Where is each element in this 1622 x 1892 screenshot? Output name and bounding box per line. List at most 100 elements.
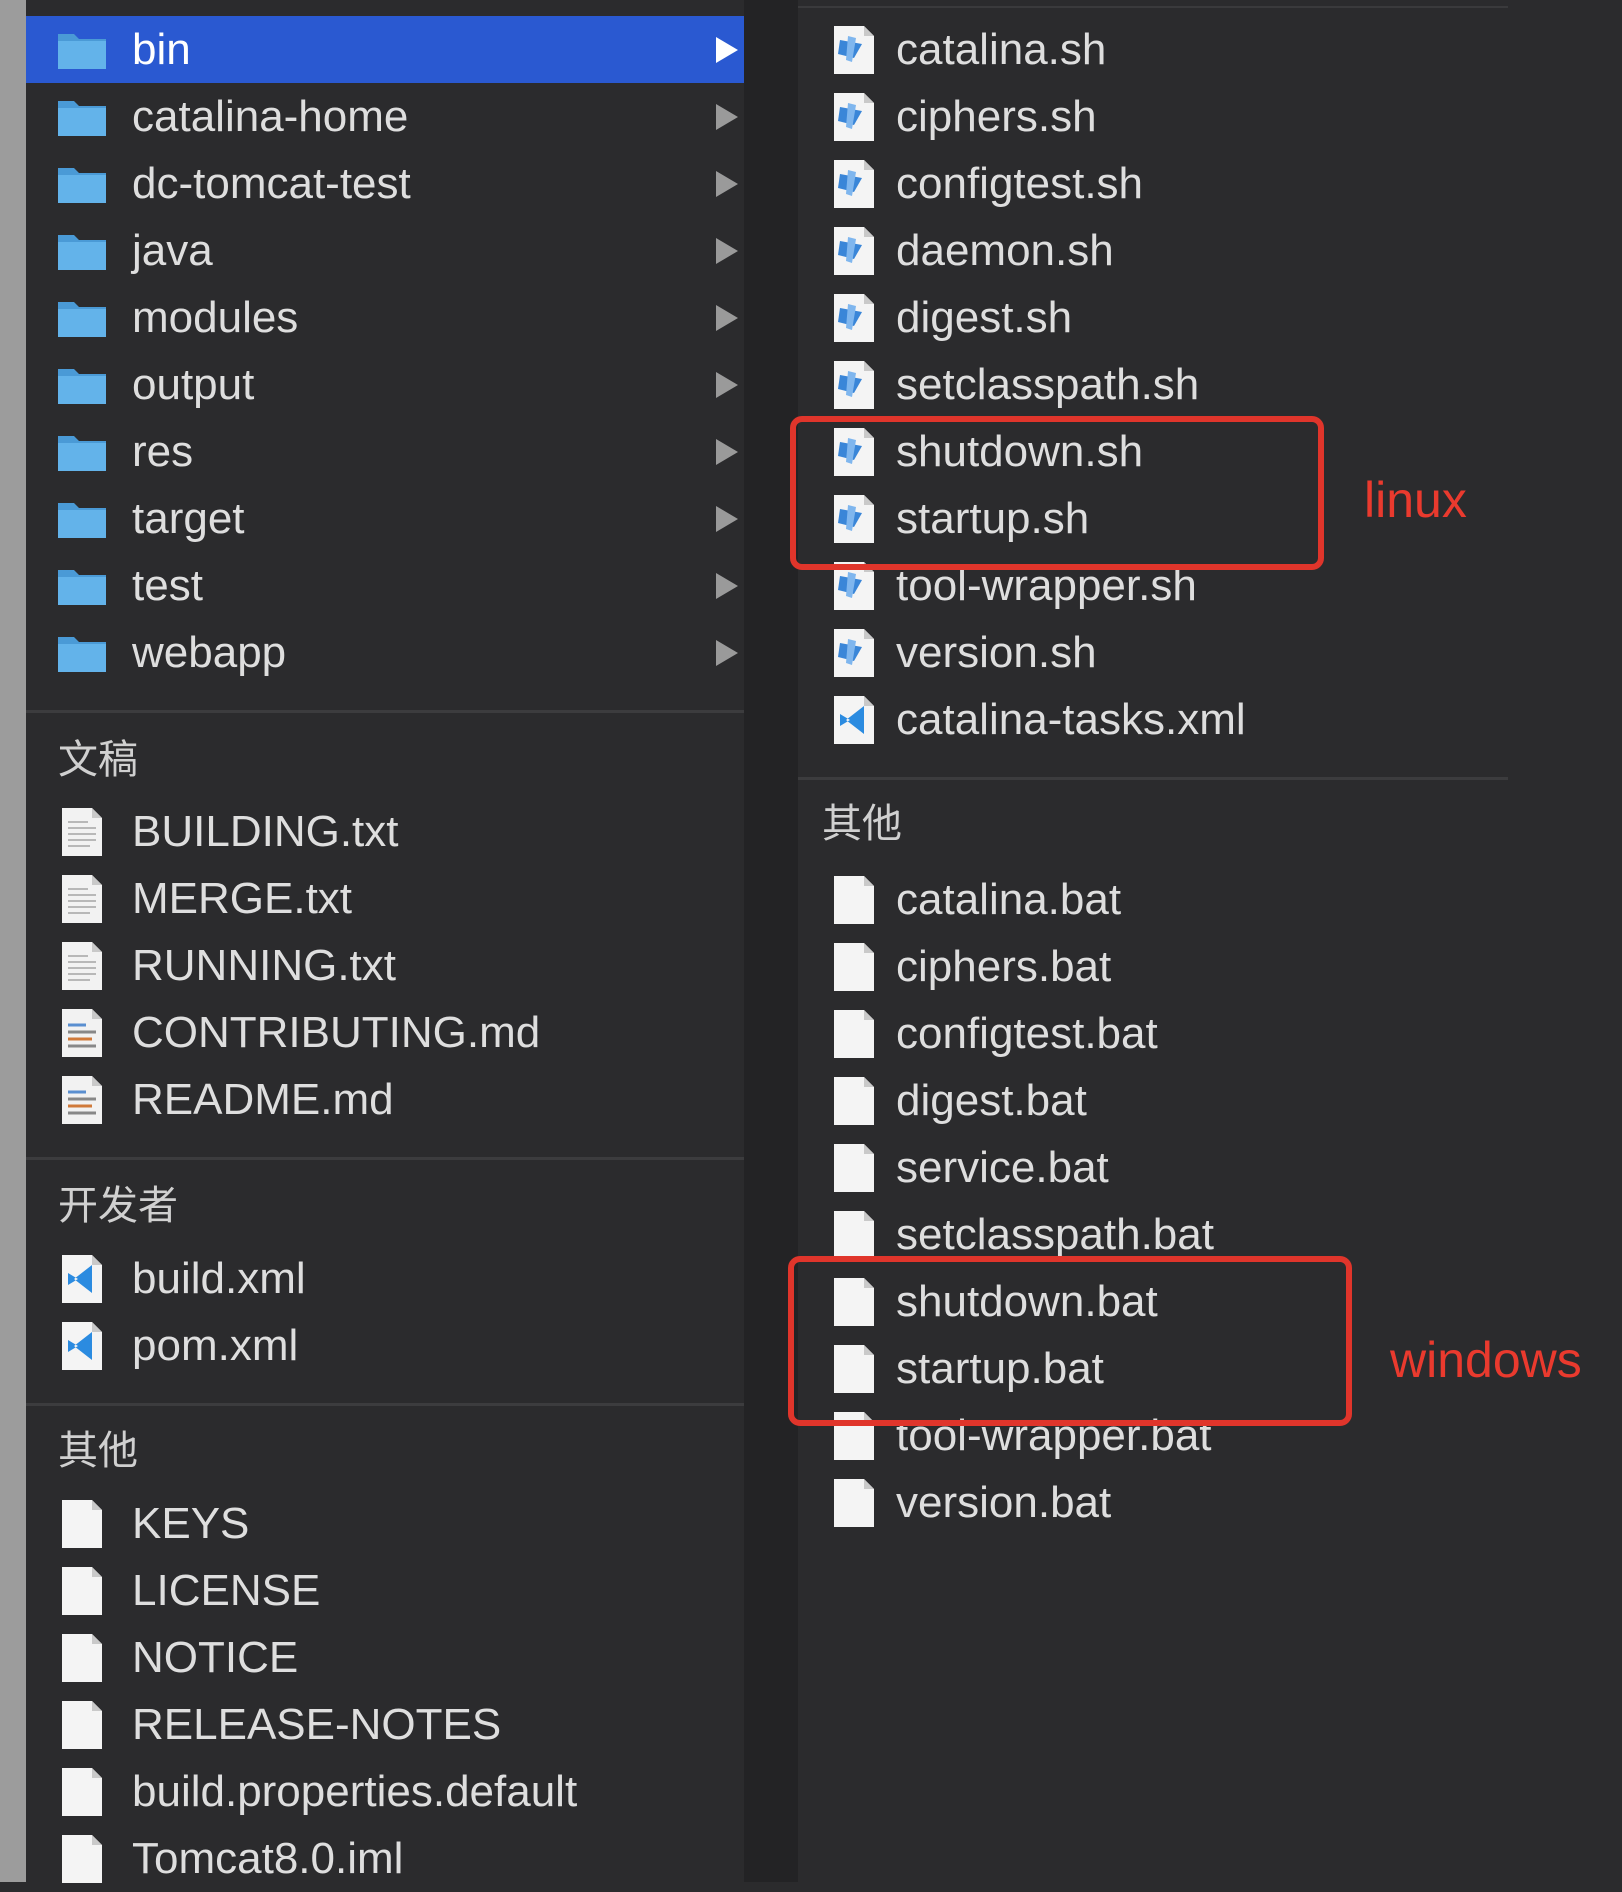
folder-icon: [56, 560, 108, 612]
shell-script-icon: [828, 24, 880, 76]
blank-file-icon: [828, 1477, 880, 1529]
folder-icon: [56, 91, 108, 143]
folder-row-dc-tomcat-test[interactable]: dc-tomcat-test: [26, 150, 744, 217]
text-file-icon: [56, 873, 108, 925]
disclosure-arrow-icon[interactable]: [716, 104, 738, 130]
blank-file-icon: [828, 1142, 880, 1194]
folder-icon: [56, 359, 108, 411]
disclosure-arrow-icon[interactable]: [716, 573, 738, 599]
shell-script-icon: [828, 292, 880, 344]
item-label: KEYS: [132, 1499, 250, 1548]
section-divider: [798, 777, 1508, 780]
file-row-digest-sh[interactable]: digest.sh: [798, 284, 1508, 351]
folder-row-modules[interactable]: modules: [26, 284, 744, 351]
disclosure-arrow-icon[interactable]: [716, 439, 738, 465]
finder-column-bin[interactable]: catalina.sh ciphers.sh configtest.sh daemon…: [798, 0, 1508, 1882]
blank-file-icon: [56, 1632, 108, 1684]
item-label: ciphers.sh: [896, 92, 1097, 141]
text-file-icon: [56, 940, 108, 992]
file-row-build-properties-default[interactable]: build.properties.default: [26, 1758, 744, 1825]
section-divider: [26, 710, 744, 713]
file-row-setclasspath-sh[interactable]: setclasspath.sh: [798, 351, 1508, 418]
section-header: 开发者: [58, 1184, 178, 1228]
item-label: output: [132, 360, 255, 409]
item-label: configtest.bat: [896, 1009, 1158, 1058]
shell-script-icon: [828, 91, 880, 143]
disclosure-arrow-icon[interactable]: [716, 37, 738, 63]
file-row-digest-bat[interactable]: digest.bat: [798, 1067, 1508, 1134]
item-label: build.properties.default: [132, 1767, 578, 1816]
file-row-merge-txt[interactable]: MERGE.txt: [26, 865, 744, 932]
file-row-catalina-tasks-xml[interactable]: catalina-tasks.xml: [798, 686, 1508, 753]
file-row-ciphers-bat[interactable]: ciphers.bat: [798, 933, 1508, 1000]
vscode-xml-icon: [56, 1253, 108, 1305]
column-separator[interactable]: [744, 0, 798, 1882]
file-row-keys[interactable]: KEYS: [26, 1490, 744, 1557]
finder-column-empty: [1508, 0, 1622, 1882]
folder-icon: [56, 24, 108, 76]
item-label: README.md: [132, 1075, 394, 1124]
disclosure-arrow-icon[interactable]: [716, 506, 738, 532]
folder-icon: [56, 158, 108, 210]
column-top-divider: [798, 6, 1508, 8]
file-row-release-notes[interactable]: RELEASE-NOTES: [26, 1691, 744, 1758]
folder-row-catalina-home[interactable]: catalina-home: [26, 83, 744, 150]
file-row-contributing-md[interactable]: CONTRIBUTING.md: [26, 999, 744, 1066]
file-row-readme-md[interactable]: README.md: [26, 1066, 744, 1133]
item-label: CONTRIBUTING.md: [132, 1008, 541, 1057]
file-row-version-bat[interactable]: version.bat: [798, 1469, 1508, 1536]
file-row-configtest-bat[interactable]: configtest.bat: [798, 1000, 1508, 1067]
file-row-license[interactable]: LICENSE: [26, 1557, 744, 1624]
folder-icon: [56, 493, 108, 545]
item-label: MERGE.txt: [132, 874, 353, 923]
folder-row-output[interactable]: output: [26, 351, 744, 418]
item-label: catalina.sh: [896, 25, 1107, 74]
item-label: webapp: [132, 628, 287, 677]
window-edge: [0, 0, 26, 1882]
item-label: daemon.sh: [896, 226, 1114, 275]
disclosure-arrow-icon[interactable]: [716, 238, 738, 264]
file-row-building-txt[interactable]: BUILDING.txt: [26, 798, 744, 865]
file-row-configtest-sh[interactable]: configtest.sh: [798, 150, 1508, 217]
section-divider: [26, 1403, 744, 1406]
folder-row-target[interactable]: target: [26, 485, 744, 552]
file-row-catalina-sh[interactable]: catalina.sh: [798, 16, 1508, 83]
disclosure-arrow-icon[interactable]: [716, 372, 738, 398]
disclosure-arrow-icon[interactable]: [716, 640, 738, 666]
text-file-icon: [56, 806, 108, 858]
item-label: catalina-tasks.xml: [896, 695, 1246, 744]
markdown-file-icon: [56, 1074, 108, 1126]
file-row-version-sh[interactable]: version.sh: [798, 619, 1508, 686]
disclosure-arrow-icon[interactable]: [716, 171, 738, 197]
item-label: test: [132, 561, 203, 610]
section-header: 文稿: [58, 738, 138, 782]
folder-icon: [56, 426, 108, 478]
item-label: RUNNING.txt: [132, 941, 396, 990]
folder-row-bin[interactable]: bin: [26, 16, 744, 83]
file-row-service-bat[interactable]: service.bat: [798, 1134, 1508, 1201]
item-label: service.bat: [896, 1143, 1109, 1192]
file-row-notice[interactable]: NOTICE: [26, 1624, 744, 1691]
folder-row-java[interactable]: java: [26, 217, 744, 284]
section-header: 其他: [58, 1429, 138, 1473]
blank-file-icon: [828, 874, 880, 926]
blank-file-icon: [828, 1008, 880, 1060]
item-label: java: [132, 226, 213, 275]
finder-column-parent[interactable]: bin catalina-home dc-tomcat-test java module…: [26, 0, 744, 1885]
file-row-daemon-sh[interactable]: daemon.sh: [798, 217, 1508, 284]
folder-row-test[interactable]: test: [26, 552, 744, 619]
item-label: pom.xml: [132, 1321, 299, 1370]
section-header: 其他: [822, 802, 902, 846]
blank-file-icon: [828, 1075, 880, 1127]
folder-row-webapp[interactable]: webapp: [26, 619, 744, 686]
item-label: target: [132, 494, 245, 543]
file-row-ciphers-sh[interactable]: ciphers.sh: [798, 83, 1508, 150]
disclosure-arrow-icon[interactable]: [716, 305, 738, 331]
file-row-running-txt[interactable]: RUNNING.txt: [26, 932, 744, 999]
file-row-build-xml[interactable]: build.xml: [26, 1245, 744, 1312]
folder-row-res[interactable]: res: [26, 418, 744, 485]
item-label: RELEASE-NOTES: [132, 1700, 502, 1749]
blank-file-icon: [56, 1833, 108, 1885]
file-row-pom-xml[interactable]: pom.xml: [26, 1312, 744, 1379]
file-row-catalina-bat[interactable]: catalina.bat: [798, 866, 1508, 933]
